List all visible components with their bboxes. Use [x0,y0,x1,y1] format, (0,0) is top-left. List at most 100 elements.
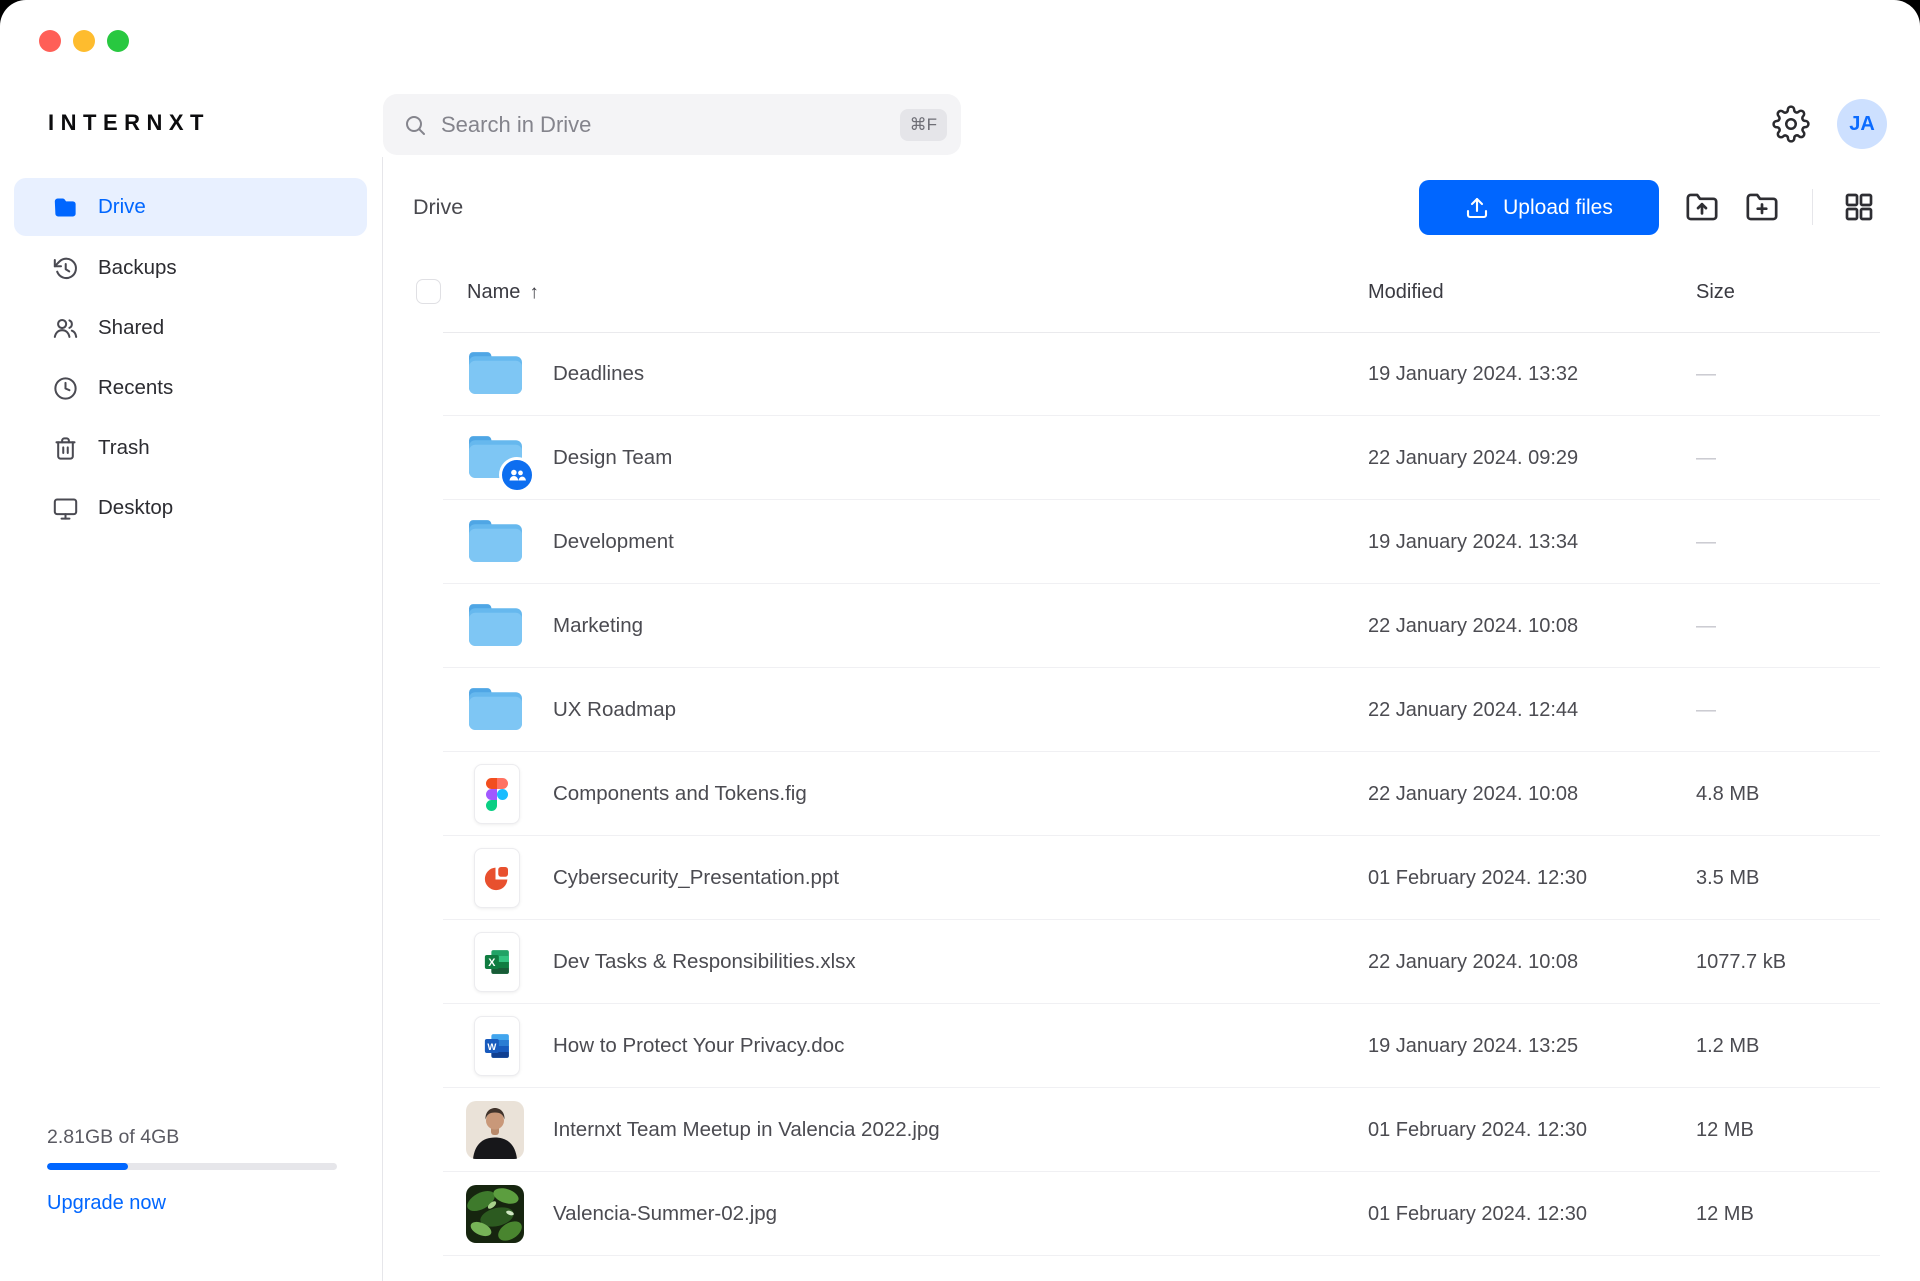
minimize-window-button[interactable] [73,30,95,52]
sidebar-item-label: Drive [98,195,146,219]
svg-text:X: X [488,957,496,969]
clock-icon [52,375,79,402]
item-size: — [1696,332,1716,416]
column-header-size[interactable]: Size [1696,267,1735,317]
upload-files-button[interactable]: Upload files [1419,180,1659,235]
item-name: UX Roadmap [553,668,676,752]
item-name: Internxt Team Meetup in Valencia 2022.jp… [553,1088,940,1172]
sidebar: Drive Backups Shared [0,157,383,1281]
item-size: — [1696,416,1716,500]
sidebar-item-trash[interactable]: Trash [14,418,367,478]
trash-icon [52,435,79,462]
item-modified: 01 February 2024. 12:30 [1368,1088,1587,1172]
storage-usage-text: 2.81GB of 4GB [47,1126,337,1149]
storage-progress-bar [47,1163,337,1170]
search-icon [403,113,427,137]
photo-thumbnail-foliage [466,1185,524,1243]
storage-progress-fill [47,1163,128,1170]
item-name: Components and Tokens.fig [553,752,807,836]
gear-icon [1772,105,1810,143]
sidebar-item-label: Desktop [98,496,173,520]
search-input[interactable] [441,112,900,138]
sidebar-item-label: Shared [98,316,164,340]
users-icon [52,315,79,342]
excel-file-icon: X [474,932,520,992]
table-row[interactable]: UX Roadmap 22 January 2024. 12:44 — [383,668,1920,752]
table-row[interactable]: Deadlines 19 January 2024. 13:32 — [383,332,1920,416]
table-row[interactable]: Valencia-Summer-02.jpg 01 February 2024.… [383,1172,1920,1256]
sidebar-item-recents[interactable]: Recents [14,358,367,418]
search-bar[interactable]: ⌘F [383,94,961,155]
item-size: — [1696,668,1716,752]
item-modified: 22 January 2024. 10:08 [1368,752,1578,836]
item-size: 4.8 MB [1696,752,1759,836]
folder-icon [467,351,524,396]
table-row[interactable]: Internxt Team Meetup in Valencia 2022.jp… [383,1088,1920,1172]
item-modified: 01 February 2024. 12:30 [1368,836,1587,920]
grid-view-icon [1843,191,1875,223]
desktop-icon [52,495,79,522]
sidebar-item-label: Backups [98,256,177,280]
upgrade-now-link[interactable]: Upgrade now [47,1192,337,1215]
table-row[interactable]: X Dev Tasks & Responsibilities.xlsx 22 J… [383,920,1920,1004]
sort-arrow-icon: ↑ [529,282,539,303]
table-row[interactable]: Cybersecurity_Presentation.ppt 01 Februa… [383,836,1920,920]
upload-files-label: Upload files [1503,196,1613,220]
close-window-button[interactable] [39,30,61,52]
item-name: Marketing [553,584,643,668]
internxt-logo: INTERNXT [48,110,210,136]
upload-icon [1465,196,1489,220]
item-modified: 22 January 2024. 09:29 [1368,416,1578,500]
figma-file-icon [474,764,520,824]
grid-view-button[interactable] [1843,191,1875,223]
avatar[interactable]: JA [1837,99,1887,149]
sidebar-item-desktop[interactable]: Desktop [14,478,367,538]
shared-badge-icon [499,457,535,493]
upload-folder-button[interactable] [1685,190,1719,224]
table-row[interactable]: Development 19 January 2024. 13:34 — [383,500,1920,584]
item-name: Deadlines [553,332,644,416]
column-header-modified[interactable]: Modified [1368,267,1444,317]
folder-icon [52,194,79,221]
sidebar-item-backups[interactable]: Backups [14,238,367,298]
item-modified: 19 January 2024. 13:34 [1368,500,1578,584]
new-folder-icon [1745,190,1779,224]
sidebar-item-label: Recents [98,376,173,400]
table-row[interactable]: Marketing 22 January 2024. 10:08 — [383,584,1920,668]
app-window: INTERNXT ⌘F JA Drive B [0,0,1920,1281]
item-name: Cybersecurity_Presentation.ppt [553,836,839,920]
sidebar-item-drive[interactable]: Drive [14,178,367,236]
powerpoint-file-icon [474,848,520,908]
main-content: Drive Upload files Name↑ Modified Size [383,157,1920,1281]
file-list: Deadlines 19 January 2024. 13:32 — Desig… [383,332,1920,1256]
history-icon [52,255,79,282]
svg-text:W: W [487,1042,496,1053]
photo-thumbnail-portrait [466,1101,524,1159]
settings-button[interactable] [1772,105,1810,143]
folder-icon [467,603,524,648]
select-all-checkbox[interactable] [416,279,441,304]
item-name: Valencia-Summer-02.jpg [553,1172,777,1256]
item-name: Development [553,500,674,584]
column-header-name[interactable]: Name↑ [467,267,539,318]
page-title: Drive [413,195,463,220]
new-folder-button[interactable] [1745,190,1779,224]
item-modified: 19 January 2024. 13:32 [1368,332,1578,416]
item-size: 1.2 MB [1696,1004,1759,1088]
item-name: Design Team [553,416,672,500]
item-size: — [1696,500,1716,584]
table-row[interactable]: Design Team 22 January 2024. 09:29 — [383,416,1920,500]
item-size: 12 MB [1696,1088,1754,1172]
sidebar-item-label: Trash [98,436,150,460]
table-row[interactable]: Components and Tokens.fig 22 January 202… [383,752,1920,836]
sidebar-item-shared[interactable]: Shared [14,298,367,358]
toolbar-divider [1812,189,1813,225]
item-modified: 22 January 2024. 12:44 [1368,668,1578,752]
folder-icon [467,519,524,564]
item-size: 1077.7 kB [1696,920,1786,1004]
item-size: 3.5 MB [1696,836,1759,920]
item-modified: 19 January 2024. 13:25 [1368,1004,1578,1088]
word-file-icon: W [474,1016,520,1076]
zoom-window-button[interactable] [107,30,129,52]
table-row[interactable]: W How to Protect Your Privacy.doc 19 Jan… [383,1004,1920,1088]
